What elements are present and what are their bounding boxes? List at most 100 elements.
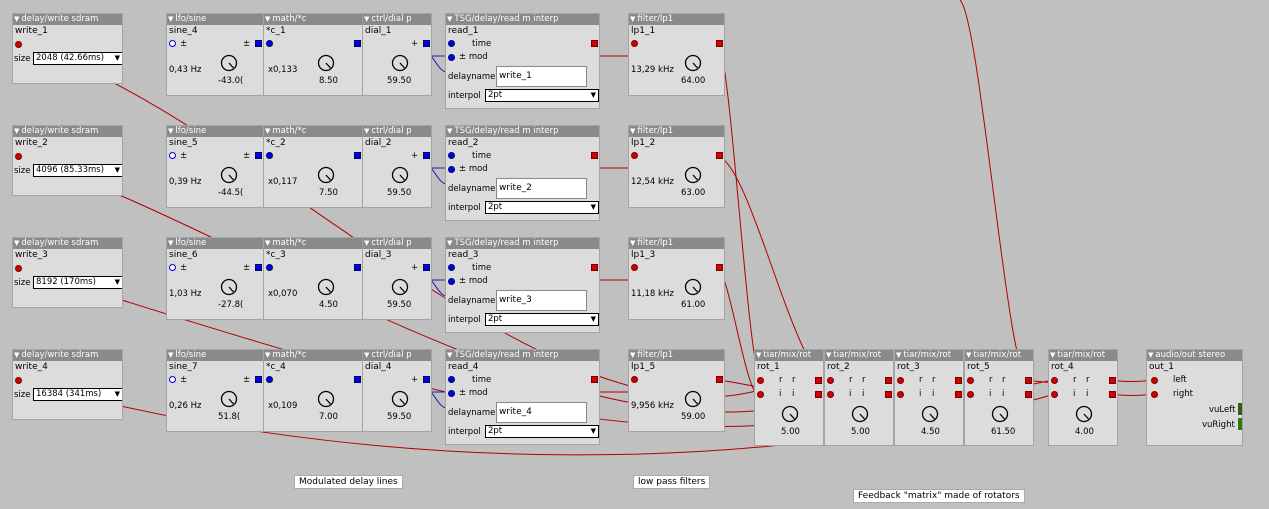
ctrl-dial-object-instance-name[interactable]: dial_4 — [365, 362, 391, 372]
lfo-sine-object[interactable]: ▼ lfo/sine sine_4 ± ±0,43 Hz -43.0( — [166, 13, 264, 96]
real-outlet-pin[interactable] — [955, 377, 962, 384]
delayname-input[interactable]: write_4 — [496, 402, 587, 423]
knob-dial[interactable] — [684, 166, 702, 184]
delay-read-interp-object[interactable]: ▼ TSG/delay/read m interp read_2 time ± mod d… — [445, 125, 600, 221]
filter-lp1-object[interactable]: ▼ filter/lp1 lp1_2 12,54 kHz 63.00 — [628, 125, 725, 208]
collapse-triangle-icon[interactable]: ▼ — [14, 15, 19, 23]
control-outlet-pin[interactable] — [255, 152, 262, 159]
collapse-triangle-icon[interactable]: ▼ — [364, 127, 369, 135]
left-inlet-pin[interactable] — [1151, 377, 1158, 384]
collapse-triangle-icon[interactable]: ▼ — [966, 351, 971, 359]
rotator-object-instance-name[interactable]: rot_4 — [1051, 362, 1074, 372]
knob-dial[interactable] — [220, 54, 238, 72]
delay-read-interp-object-title-bar[interactable]: ▼ TSG/delay/read m interp — [446, 238, 599, 249]
delay-write-object[interactable]: ▼ delay/write sdram write_4 size 16384 (341m… — [12, 349, 123, 420]
delay-write-object-instance-name[interactable]: write_3 — [15, 250, 48, 260]
math-multiply-object[interactable]: ▼ math/*c *c_3 x0,070 4.50 — [263, 237, 363, 320]
ctrl-dial-object[interactable]: ▼ ctrl/dial p dial_3 +59.50 — [362, 237, 432, 320]
math-multiply-object[interactable]: ▼ math/*c *c_4 x0,109 7.00 — [263, 349, 363, 432]
delay-size-select[interactable]: 8192 (170ms) ▼ — [33, 276, 122, 289]
delay-read-interp-object[interactable]: ▼ TSG/delay/read m interp read_4 time ± mod d… — [445, 349, 600, 445]
real-outlet-pin[interactable] — [1025, 377, 1032, 384]
interpolation-select[interactable]: 2pt ▼ — [485, 89, 599, 102]
lfo-sine-object-instance-name[interactable]: sine_5 — [169, 138, 198, 148]
filter-lp1-object-instance-name[interactable]: lp1_3 — [631, 250, 655, 260]
rotator-object-title-bar[interactable]: ▼ tiar/mix/rot — [1049, 350, 1117, 361]
knob-dial[interactable] — [684, 278, 702, 296]
audio-inlet-pin[interactable] — [15, 41, 22, 48]
filter-lp1-object-instance-name[interactable]: lp1_2 — [631, 138, 655, 148]
delay-read-interp-object-title-bar[interactable]: ▼ TSG/delay/read m interp — [446, 350, 599, 361]
delay-read-interp-object-instance-name[interactable]: read_1 — [448, 26, 479, 36]
ctrl-dial-object-title-bar[interactable]: ▼ ctrl/dial p — [363, 14, 431, 25]
control-outlet-pin[interactable] — [423, 264, 430, 271]
knob-dial[interactable] — [781, 405, 799, 423]
interpolation-select[interactable]: 2pt ▼ — [485, 313, 599, 326]
filter-lp1-object-title-bar[interactable]: ▼ filter/lp1 — [629, 126, 724, 137]
delayname-input[interactable]: write_1 — [496, 66, 587, 87]
delay-read-interp-object-instance-name[interactable]: read_3 — [448, 250, 479, 260]
math-multiply-object-instance-name[interactable]: *c_3 — [266, 250, 286, 260]
ctrl-dial-object-title-bar[interactable]: ▼ ctrl/dial p — [363, 126, 431, 137]
ctrl-dial-object-instance-name[interactable]: dial_1 — [365, 26, 391, 36]
audio-outlet-pin[interactable] — [591, 40, 598, 47]
collapse-triangle-icon[interactable]: ▼ — [364, 351, 369, 359]
interpolation-select[interactable]: 2pt ▼ — [485, 201, 599, 214]
rotator-object-title-bar[interactable]: ▼ tiar/mix/rot — [825, 350, 893, 361]
collapse-triangle-icon[interactable]: ▼ — [168, 351, 173, 359]
mod-inlet-pin[interactable] — [448, 166, 455, 173]
audio-out-stereo-object-title-bar[interactable]: ▼ audio/out stereo — [1147, 350, 1242, 361]
math-multiply-object[interactable]: ▼ math/*c *c_1 x0,133 8.50 — [263, 13, 363, 96]
control-outlet-pin[interactable] — [354, 40, 361, 47]
collapse-triangle-icon[interactable]: ▼ — [447, 15, 452, 23]
imag-outlet-pin[interactable] — [1025, 391, 1032, 398]
delay-write-object[interactable]: ▼ delay/write sdram write_2 size 4096 (85.33… — [12, 125, 123, 196]
collapse-triangle-icon[interactable]: ▼ — [364, 15, 369, 23]
audio-outlet-pin[interactable] — [716, 264, 723, 271]
collapse-triangle-icon[interactable]: ▼ — [447, 351, 452, 359]
audio-out-stereo-object[interactable]: ▼ audio/out stereo out_1 left right vuLeft vuR… — [1146, 349, 1243, 446]
collapse-triangle-icon[interactable]: ▼ — [630, 127, 635, 135]
filter-lp1-object-instance-name[interactable]: lp1_5 — [631, 362, 655, 372]
control-outlet-pin[interactable] — [354, 152, 361, 159]
lfo-sine-object-title-bar[interactable]: ▼ lfo/sine — [167, 126, 263, 137]
mod-inlet-pin[interactable] — [448, 390, 455, 397]
delay-write-object-title-bar[interactable]: ▼ delay/write sdram — [13, 350, 122, 361]
collapse-triangle-icon[interactable]: ▼ — [265, 239, 270, 247]
control-outlet-pin[interactable] — [354, 376, 361, 383]
real-inlet-pin[interactable] — [897, 377, 904, 384]
knob-dial[interactable] — [317, 166, 335, 184]
imag-inlet-pin[interactable] — [1051, 391, 1058, 398]
rotator-object[interactable]: ▼ tiar/mix/rot rot_5 r r i i 61.50 — [964, 349, 1034, 446]
audio-inlet-pin[interactable] — [15, 265, 22, 272]
knob-dial[interactable] — [391, 54, 409, 72]
delay-write-object-title-bar[interactable]: ▼ delay/write sdram — [13, 238, 122, 249]
delay-size-select[interactable]: 16384 (341ms) ▼ — [33, 388, 122, 401]
collapse-triangle-icon[interactable]: ▼ — [826, 351, 831, 359]
imag-outlet-pin[interactable] — [1109, 391, 1116, 398]
imag-inlet-pin[interactable] — [757, 391, 764, 398]
lfo-sine-object-instance-name[interactable]: sine_4 — [169, 26, 198, 36]
lfo-sine-object-title-bar[interactable]: ▼ lfo/sine — [167, 14, 263, 25]
delayname-input[interactable]: write_2 — [496, 178, 587, 199]
audio-outlet-pin[interactable] — [591, 376, 598, 383]
right-inlet-pin[interactable] — [1151, 391, 1158, 398]
real-inlet-pin[interactable] — [967, 377, 974, 384]
collapse-triangle-icon[interactable]: ▼ — [265, 351, 270, 359]
knob-dial[interactable] — [1075, 405, 1093, 423]
collapse-triangle-icon[interactable]: ▼ — [896, 351, 901, 359]
collapse-triangle-icon[interactable]: ▼ — [447, 239, 452, 247]
lfo-sine-object[interactable]: ▼ lfo/sine sine_6 ± ±1,03 Hz -27.8( — [166, 237, 264, 320]
knob-dial[interactable] — [220, 390, 238, 408]
collapse-triangle-icon[interactable]: ▼ — [630, 15, 635, 23]
delay-read-interp-object-title-bar[interactable]: ▼ TSG/delay/read m interp — [446, 126, 599, 137]
mod-inlet-pin[interactable] — [448, 54, 455, 61]
audio-inlet-pin[interactable] — [631, 40, 638, 47]
control-outlet-pin[interactable] — [423, 376, 430, 383]
delay-read-interp-object[interactable]: ▼ TSG/delay/read m interp read_3 time ± mod d… — [445, 237, 600, 333]
collapse-triangle-icon[interactable]: ▼ — [1050, 351, 1055, 359]
collapse-triangle-icon[interactable]: ▼ — [447, 127, 452, 135]
delay-write-object-title-bar[interactable]: ▼ delay/write sdram — [13, 126, 122, 137]
delayname-input[interactable]: write_3 — [496, 290, 587, 311]
real-inlet-pin[interactable] — [827, 377, 834, 384]
